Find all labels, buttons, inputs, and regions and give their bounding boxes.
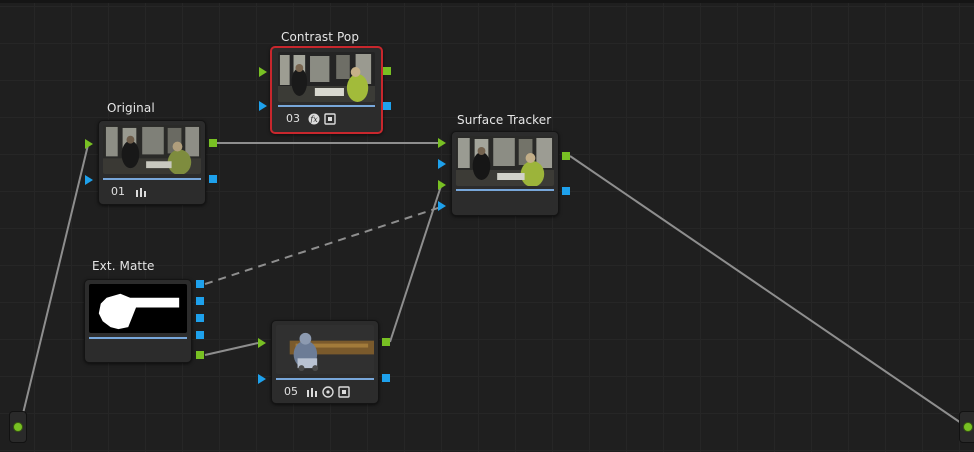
node-status-bar (89, 337, 187, 339)
output-rgb-node-05[interactable] (382, 338, 390, 346)
output-rgb-ext-matte[interactable] (196, 351, 204, 359)
source-input-node[interactable] (9, 411, 27, 443)
output-rgb-contrast-pop[interactable] (383, 67, 391, 75)
output-key-contrast-pop[interactable] (383, 102, 391, 110)
node-contrast-pop[interactable]: 03 fx (270, 46, 383, 134)
node-label-surface-tracker: Surface Tracker (457, 113, 552, 127)
node-05[interactable]: 05 (271, 320, 379, 404)
input-key2-surface-tracker[interactable] (438, 201, 446, 211)
input-rgb2-surface-tracker[interactable] (438, 180, 446, 190)
node-surface-tracker[interactable] (451, 131, 559, 216)
node-label-contrast-pop: Contrast Pop (281, 30, 360, 44)
node-editor-canvas[interactable]: Contrast Pop 03 fx Original 01 Surface T… (0, 0, 974, 452)
node-connections (19, 142, 965, 427)
node-status-bar (456, 189, 554, 191)
node-number: 03 (286, 112, 300, 125)
output-key-original[interactable] (209, 175, 217, 183)
curves-icon (306, 386, 318, 398)
node-ext-matte[interactable] (84, 279, 192, 363)
timeline-output-node[interactable] (959, 411, 974, 443)
node-thumbnail (456, 136, 554, 186)
node-label-original: Original (107, 101, 155, 115)
node-thumbnail (89, 284, 187, 333)
output-key4-ext-matte[interactable] (196, 331, 204, 339)
output-key3-ext-matte[interactable] (196, 314, 204, 322)
window-circle-icon (322, 386, 334, 398)
wire-source-to-original (19, 144, 89, 427)
node-label-ext-matte: Ext. Matte (92, 259, 155, 273)
input-rgb-contrast-pop[interactable] (259, 67, 267, 77)
output-key1-ext-matte[interactable] (196, 280, 204, 288)
input-rgb-original[interactable] (85, 139, 93, 149)
node-number: 05 (284, 385, 298, 398)
wire-surface-tracker-to-output (569, 155, 965, 426)
node-original[interactable]: 01 (98, 120, 206, 205)
wire-ext-matte-key-to-surface-tracker (204, 206, 442, 285)
output-rgb-original[interactable] (209, 139, 217, 147)
node-status-bar (276, 378, 374, 380)
node-status-bar (278, 105, 375, 107)
curves-icon (135, 186, 147, 198)
tracker-icon (338, 386, 350, 398)
input-key-node-05[interactable] (258, 374, 266, 384)
output-rgb-surface-tracker[interactable] (562, 152, 570, 160)
fx-icon: fx (308, 113, 320, 125)
input-key1-surface-tracker[interactable] (438, 159, 446, 169)
svg-text:fx: fx (309, 115, 318, 124)
input-key-contrast-pop[interactable] (259, 101, 267, 111)
node-number: 01 (111, 185, 125, 198)
output-input-dot[interactable] (963, 422, 973, 432)
wire-ext-matte-to-node05 (204, 342, 259, 356)
output-key2-ext-matte[interactable] (196, 297, 204, 305)
source-output-dot[interactable] (13, 422, 23, 432)
input-rgb-surface-tracker[interactable] (438, 138, 446, 148)
input-rgb-node-05[interactable] (258, 338, 266, 348)
node-thumbnail (278, 52, 375, 102)
tracker-icon (324, 113, 336, 125)
output-key-surface-tracker[interactable] (562, 187, 570, 195)
node-thumbnail (276, 325, 374, 374)
node-status-bar (103, 178, 201, 180)
input-key-original[interactable] (85, 175, 93, 185)
output-key-node-05[interactable] (382, 374, 390, 382)
node-thumbnail (103, 125, 201, 174)
